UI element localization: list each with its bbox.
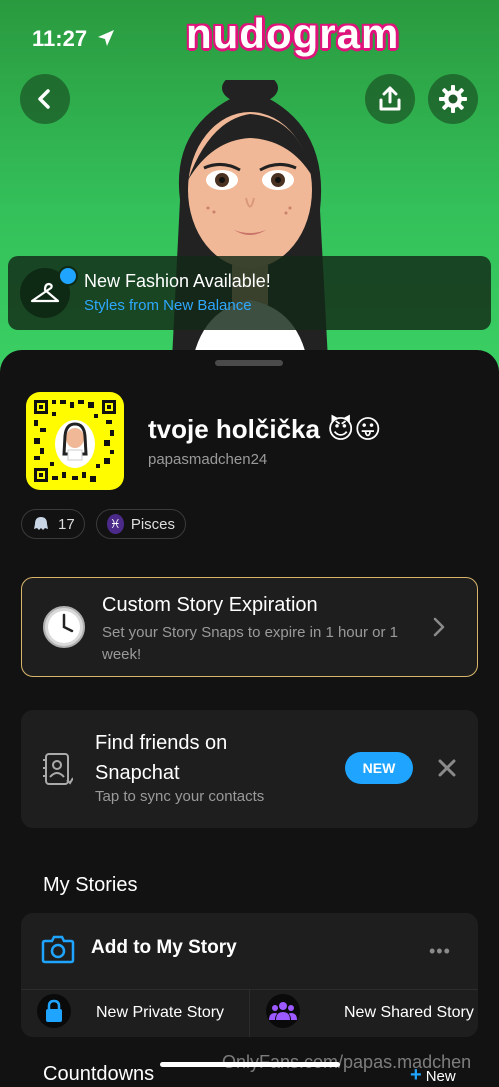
find-friends-card[interactable]: Find friends on Snapchat Tap to sync you… xyxy=(21,710,478,828)
countdowns-heading: Countdowns xyxy=(43,1063,155,1085)
settings-button[interactable] xyxy=(428,74,478,124)
more-options-icon[interactable]: ••• xyxy=(429,941,451,962)
new-fashion-banner[interactable]: New Fashion Available! Styles from New B… xyxy=(8,256,491,330)
snapscore-pill[interactable]: 17 xyxy=(21,509,85,539)
story-expiration-subtitle: Set your Story Snaps to expire in 1 hour… xyxy=(102,624,398,663)
location-arrow-icon xyxy=(98,30,114,46)
find-friends-title: Find friends on Snapchat xyxy=(95,732,228,784)
group-icon xyxy=(266,994,300,1028)
share-icon xyxy=(379,86,401,111)
camera-icon xyxy=(41,935,75,964)
username[interactable]: papasmadchen24 xyxy=(148,451,267,468)
display-name: tvoje holčička 😈😛 xyxy=(148,414,382,444)
story-expiration-card[interactable]: Custom Story Expiration Set your Story S… xyxy=(21,577,478,677)
find-friends-subtitle: Tap to sync your contacts xyxy=(95,788,265,805)
status-time: 11:27 xyxy=(32,26,88,51)
clock-icon xyxy=(42,605,86,649)
story-expiration-title: Custom Story Expiration xyxy=(102,594,318,616)
my-stories-heading: My Stories xyxy=(43,874,138,896)
fashion-banner-title: New Fashion Available! xyxy=(84,271,271,291)
new-shared-story-label: New Shared Story xyxy=(344,1004,474,1021)
ghost-icon xyxy=(32,515,50,533)
share-button[interactable] xyxy=(365,74,415,124)
chevron-right-icon xyxy=(433,617,445,637)
add-to-story-label: Add to My Story xyxy=(91,937,237,958)
back-button[interactable] xyxy=(20,74,70,124)
home-indicator[interactable] xyxy=(160,1062,340,1067)
add-to-story-row[interactable]: Add to My Story ••• xyxy=(21,913,478,989)
contacts-icon xyxy=(41,752,74,786)
lock-icon xyxy=(37,994,71,1028)
my-stories-card: Add to My Story ••• New Private Story Ne… xyxy=(21,913,478,1037)
new-badge-button[interactable]: NEW xyxy=(345,752,413,784)
new-shared-story-button[interactable]: New Shared Story xyxy=(250,990,478,1037)
chevron-left-icon xyxy=(38,89,50,109)
watermark-logo: nudogram xyxy=(186,10,400,57)
snapcode[interactable] xyxy=(26,392,124,490)
zodiac-pill[interactable]: ♓ Pisces xyxy=(96,509,186,539)
profile-sheet: tvoje holčička 😈😛 papasmadchen24 17 ♓ Pi… xyxy=(0,350,499,1086)
zodiac-label: Pisces xyxy=(130,515,175,533)
close-icon[interactable] xyxy=(435,756,459,780)
new-private-story-label: New Private Story xyxy=(96,1004,225,1021)
snapscore-value: 17 xyxy=(58,515,75,533)
bitmoji-hero: 11:27 nudogram New Fashion Available! St… xyxy=(0,0,499,380)
sheet-grabber[interactable] xyxy=(215,360,283,366)
pisces-icon: ♓ xyxy=(107,514,124,534)
bitmoji-avatar xyxy=(150,72,350,380)
fashion-banner-link[interactable]: Styles from New Balance xyxy=(84,297,252,314)
notification-dot xyxy=(58,266,78,286)
gear-icon xyxy=(439,85,467,113)
new-private-story-button[interactable]: New Private Story xyxy=(21,990,249,1037)
